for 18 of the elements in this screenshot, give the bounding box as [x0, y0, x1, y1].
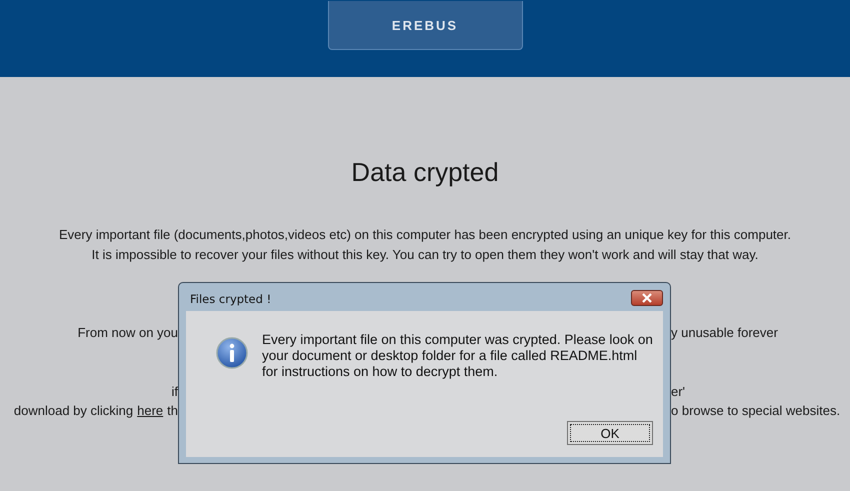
close-icon [641, 293, 653, 303]
partial-text: download by clicking [14, 402, 134, 420]
download-link[interactable]: here [137, 401, 164, 421]
close-button[interactable] [631, 290, 663, 306]
partial-text: From now on you [78, 324, 178, 342]
brand-tab[interactable]: EREBUS [328, 1, 522, 50]
page-title: Data crypted [351, 157, 499, 187]
partial-text: er' [671, 382, 686, 401]
ok-button[interactable]: OK [567, 421, 653, 445]
partial-text: o browse to special websites. [671, 402, 840, 420]
intro-text: It is impossible to recover your files without this key. You can try to open them they won't work and will stay that way. [92, 246, 758, 264]
partial-text: y unusable forever [671, 324, 778, 342]
partial-text: th [167, 402, 178, 420]
intro-text: Every important file (documents,photos,videos etc) on this computer has been encrypted using an unique key for this computer. [58, 226, 791, 244]
dialog-message: Every important file on this computer was crypted. Please look on your document or desktop folder for a file called README.html for instructions on how to decrypt them. [262, 332, 653, 380]
dialog-title: Files crypted ! [190, 292, 272, 306]
info-icon [216, 337, 248, 369]
partial-text: if [172, 382, 178, 401]
